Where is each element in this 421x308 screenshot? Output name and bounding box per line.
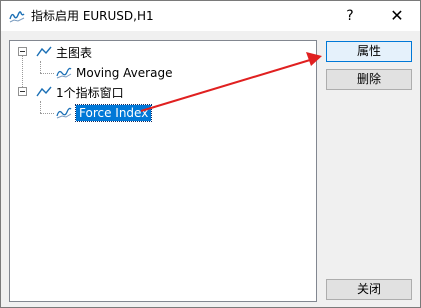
annotation-arrow [140,52,322,112]
